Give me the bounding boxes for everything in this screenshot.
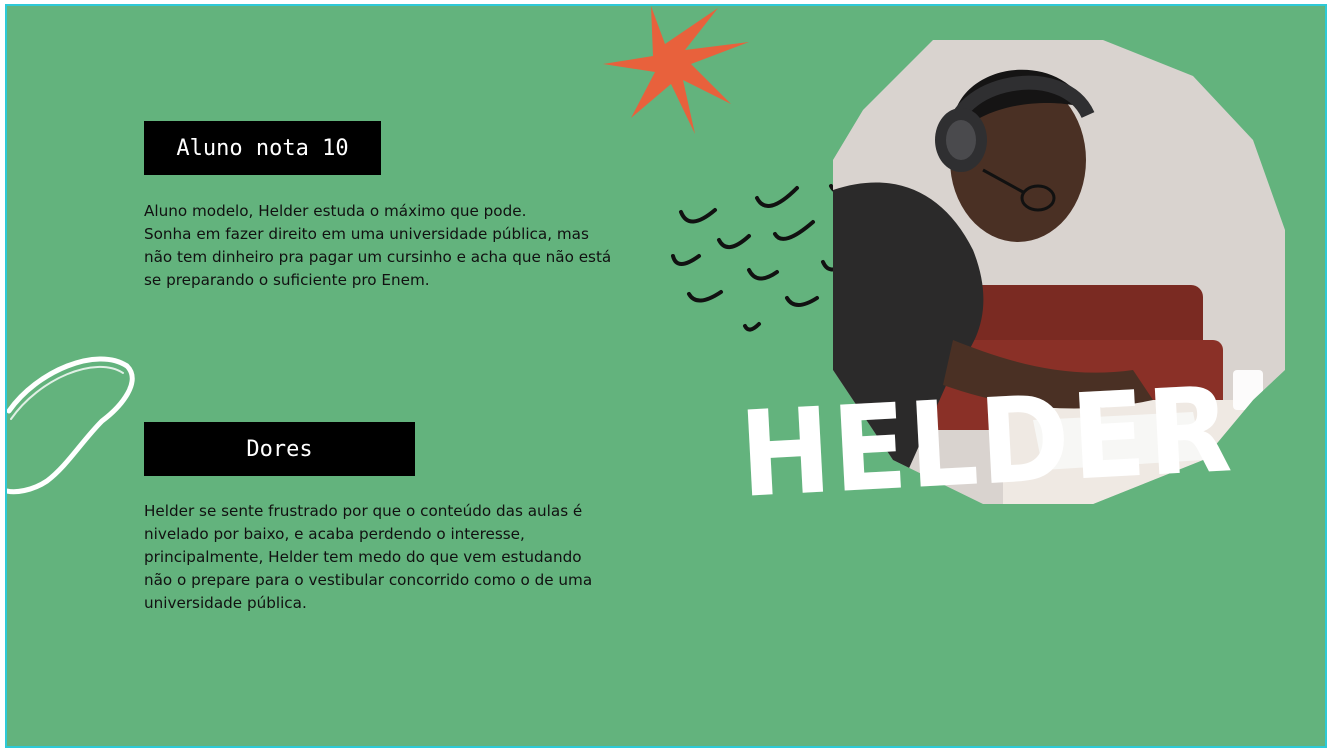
label-aluno-nota-10-text: Aluno nota 10 — [176, 135, 349, 161]
star-burst-icon — [603, 6, 749, 134]
label-dores-text: Dores — [246, 436, 313, 462]
persona-name-text: HELDER — [736, 360, 1237, 524]
persona-name: HELDER — [736, 360, 1273, 524]
description-paragraph: Aluno modelo, Helder estuda o máximo que… — [144, 202, 612, 289]
persona-slide: Aluno nota 10 Aluno modelo, Helder estud… — [5, 4, 1327, 748]
brush-loop-icon — [7, 356, 135, 495]
label-aluno-nota-10: Aluno nota 10 — [144, 121, 381, 175]
label-dores: Dores — [144, 422, 415, 476]
pain-points-paragraph: Helder se sente frustrado por que o cont… — [144, 502, 593, 612]
